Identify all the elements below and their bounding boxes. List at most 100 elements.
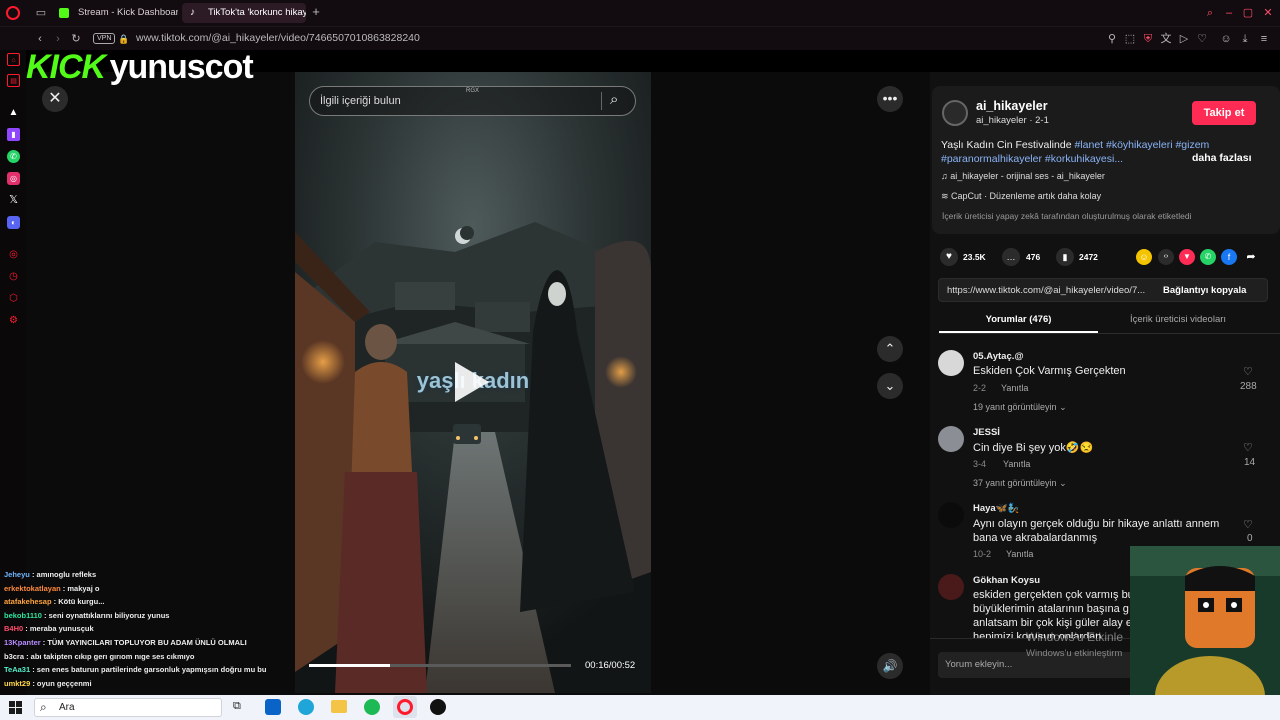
comment-user[interactable]: JESSİ: [973, 427, 1000, 438]
avatar[interactable]: [938, 350, 964, 376]
description-text: Yaşlı Kadın Cin Festivalinde: [941, 139, 1075, 151]
reply-link[interactable]: Yanıtla: [1001, 383, 1028, 393]
sidebar-app-icon[interactable]: ⌂: [7, 53, 20, 66]
whatsapp-icon[interactable]: ✆: [7, 150, 20, 163]
close-window-icon[interactable]: ✕: [1261, 6, 1275, 20]
view-replies-link[interactable]: 37 yanıt görüntüleyin ⌄: [973, 478, 1067, 489]
embed-icon[interactable]: ‹›: [1158, 249, 1174, 265]
capcut-row[interactable]: ≋ CapCut · Düzenleme artık daha kolay: [941, 191, 1101, 202]
search-tabs-icon[interactable]: ⌕: [1203, 6, 1217, 20]
spotify-icon[interactable]: [364, 699, 380, 715]
comment-user[interactable]: Gökhan Koysu: [973, 575, 1040, 586]
whatsapp-share-icon[interactable]: ✆: [1200, 249, 1216, 265]
related-search-bar[interactable]: İlgili içeriği bulun RGX ⌕: [309, 86, 636, 116]
download-icon[interactable]: ⤓: [1239, 32, 1251, 46]
like-icon[interactable]: ♥: [940, 248, 958, 266]
windows-start-icon[interactable]: [9, 701, 22, 714]
reload-icon[interactable]: ↻: [70, 32, 82, 46]
tab-menu-icon[interactable]: ▭: [34, 6, 48, 20]
menu-icon[interactable]: ≡: [1258, 32, 1270, 46]
tab-comments[interactable]: Yorumlar (476): [939, 314, 1098, 325]
x-icon[interactable]: 𝕏: [7, 194, 20, 207]
maximize-icon[interactable]: ▢: [1241, 6, 1255, 20]
hashtags-line1[interactable]: #lanet #köyhikayeleri #gizem: [1074, 139, 1209, 151]
aria-icon[interactable]: ▲: [7, 106, 20, 119]
comment-text: Cin diye Bi şey yok🤣😒: [973, 442, 1094, 454]
reply-link[interactable]: Yanıtla: [1006, 549, 1033, 559]
discord-icon[interactable]: ◐: [7, 216, 20, 229]
copy-link-button[interactable]: Bağlantıyı kopyala: [1163, 285, 1246, 296]
vpn-badge[interactable]: VPN: [93, 33, 116, 44]
creator-username[interactable]: ai_hikayeler: [976, 99, 1048, 113]
avatar[interactable]: [938, 574, 964, 600]
view-replies-link[interactable]: 19 yanıt görüntüleyin ⌄: [973, 402, 1067, 413]
facebook-share-icon[interactable]: f: [1221, 249, 1237, 265]
comment-user[interactable]: 05.Aytaç.@: [973, 351, 1024, 362]
minimize-icon[interactable]: –: [1222, 6, 1236, 20]
webcam-image: [1130, 546, 1280, 720]
opera-logo-icon[interactable]: [6, 6, 20, 20]
file-explorer-icon[interactable]: [331, 700, 347, 713]
tab-kick-dashboard[interactable]: Stream - Kick Dashboard: [52, 3, 178, 23]
more-link[interactable]: daha fazlası: [1192, 152, 1252, 164]
snapshot-icon[interactable]: ⬚: [1124, 32, 1136, 46]
search-icon[interactable]: ⌕: [610, 91, 618, 108]
tab-creator-videos[interactable]: İçerik üreticisi videoları: [1098, 314, 1258, 325]
comment-like-icon[interactable]: ♡: [1243, 518, 1253, 531]
shield-icon[interactable]: ⛨: [1142, 32, 1154, 46]
sidebar-app-icon[interactable]: ▤: [7, 74, 20, 87]
twitch-icon[interactable]: ▮: [7, 128, 20, 141]
translate-icon[interactable]: 文: [1160, 32, 1172, 46]
reply-link[interactable]: Yanıtla: [1003, 459, 1030, 469]
comment-like-icon[interactable]: ♡: [1243, 365, 1253, 378]
hashtags-line2[interactable]: #paranormalhikayeler #korkuhikayesi...: [941, 153, 1123, 165]
sound-row[interactable]: ♫ ai_hikayeler - orijinal ses - ai_hikay…: [941, 171, 1105, 181]
app-icon[interactable]: [430, 699, 446, 715]
forward-icon[interactable]: ›: [52, 32, 64, 46]
instagram-icon[interactable]: ◎: [7, 172, 20, 185]
webcam-overlay: [1130, 546, 1280, 720]
volume-button[interactable]: 🔊: [877, 653, 903, 679]
bookmark-icon[interactable]: ▮: [1056, 248, 1074, 266]
settings-icon[interactable]: ⚙: [7, 314, 20, 327]
player-icon[interactable]: ◎: [7, 248, 20, 261]
url-field[interactable]: www.tiktok.com/@ai_hikayeler/video/74665…: [136, 32, 420, 44]
task-view-icon[interactable]: ⧉: [233, 700, 241, 713]
comment-like-count: 14: [1244, 457, 1256, 468]
creator-avatar[interactable]: [942, 100, 968, 126]
opera-taskbar-button[interactable]: [393, 696, 417, 718]
more-options-button[interactable]: •••: [877, 86, 903, 112]
next-video-button[interactable]: ⌄: [877, 373, 903, 399]
extensions-icon[interactable]: ⬡: [7, 292, 20, 305]
edge-icon[interactable]: [298, 699, 314, 715]
video-progress-track[interactable]: [309, 664, 571, 667]
new-tab-button[interactable]: +: [310, 5, 322, 19]
comment-icon[interactable]: …: [1002, 248, 1020, 266]
repost-icon[interactable]: ☺: [1136, 249, 1152, 265]
pin-icon[interactable]: ⚲: [1106, 32, 1118, 46]
related-search-input[interactable]: İlgili içeriği bulun: [320, 95, 401, 107]
comment-date: 3-4: [973, 459, 987, 469]
comment-like-icon[interactable]: ♡: [1243, 441, 1253, 454]
tab-divider: [939, 333, 1280, 334]
send-icon[interactable]: ▼: [1179, 249, 1195, 265]
close-video-button[interactable]: ✕: [42, 86, 68, 112]
chat-text: : seni oynattıklarını biliyoruz yunus: [41, 610, 170, 620]
heart-icon[interactable]: ♡: [1196, 32, 1208, 46]
previous-video-button[interactable]: ⌃: [877, 336, 903, 362]
play-icon[interactable]: ▷: [1178, 32, 1190, 46]
follow-button[interactable]: Takip et: [1192, 101, 1256, 125]
post-link[interactable]: https://www.tiktok.com/@ai_hikayeler/vid…: [947, 285, 1145, 296]
tab-tiktok[interactable]: ♪ TikTok'ta 'korkunc hikaye: [182, 3, 306, 23]
profile-icon[interactable]: ☺: [1220, 32, 1232, 46]
avatar[interactable]: [938, 426, 964, 452]
video-player[interactable]: yaşlı kadın 00:16/00:52: [295, 72, 651, 693]
play-icon[interactable]: [455, 362, 489, 402]
share-icon[interactable]: ➦: [1243, 249, 1259, 265]
outlook-icon[interactable]: [265, 699, 281, 715]
comment-user[interactable]: Haya🦋🧞: [973, 503, 1019, 514]
taskbar-search[interactable]: ⌕ Ara: [34, 698, 222, 717]
back-icon[interactable]: ‹: [34, 32, 46, 46]
avatar[interactable]: [938, 502, 964, 528]
history-icon[interactable]: ◷: [7, 270, 20, 283]
